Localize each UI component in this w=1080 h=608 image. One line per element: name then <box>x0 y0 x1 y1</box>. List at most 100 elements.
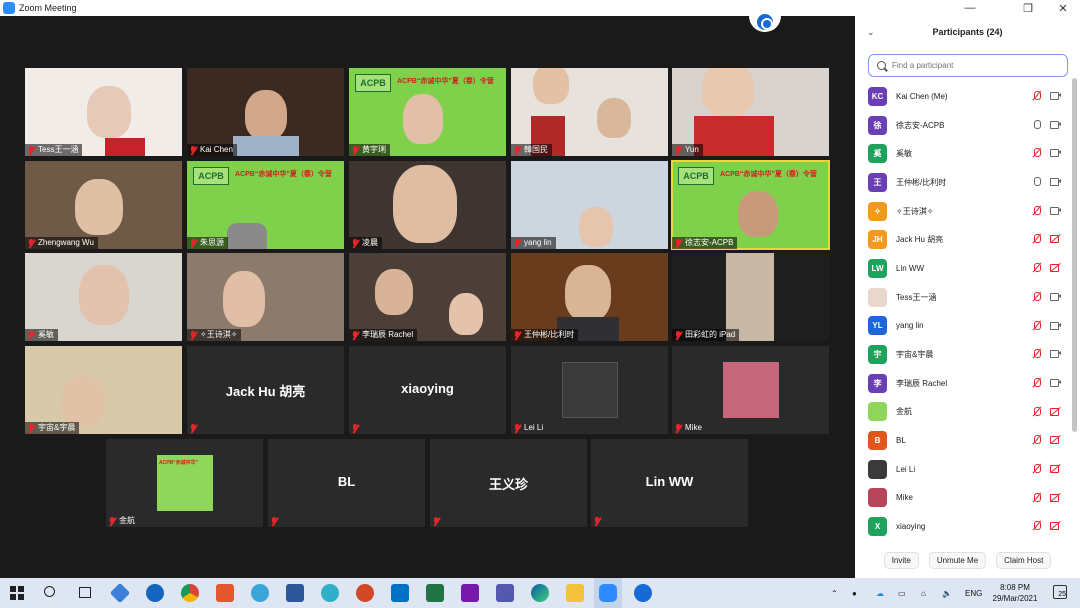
microphone-muted-icon[interactable] <box>1031 234 1042 244</box>
participant-row[interactable]: KC Kai Chen (Me) <box>855 82 1073 111</box>
participant-row[interactable]: Lei Li <box>855 455 1073 484</box>
participant-row[interactable]: 王王仲彬/比利时 <box>855 168 1073 197</box>
participant-row[interactable]: JH Jack Hu 胡亮 <box>855 225 1073 254</box>
video-tile[interactable]: Yun <box>672 68 829 156</box>
video-camera-icon[interactable] <box>1050 321 1061 330</box>
chrome-icon[interactable] <box>181 584 199 602</box>
video-tile[interactable]: Kai Chen <box>187 68 344 156</box>
participant-row[interactable]: 奚奚敏 <box>855 139 1073 168</box>
edge-legacy-icon[interactable] <box>146 584 164 602</box>
video-camera-icon[interactable] <box>1050 349 1061 359</box>
participant-row[interactable]: ✧ ✧王诗淇✧ <box>855 197 1073 226</box>
video-camera-icon[interactable] <box>1050 91 1061 100</box>
search-icon[interactable] <box>44 586 55 597</box>
participant-row[interactable]: Mike <box>855 484 1073 513</box>
video-tile[interactable]: ACPB“赤诚中华” 金航 <box>106 439 263 527</box>
participant-list-scrollbar[interactable] <box>1072 78 1077 432</box>
video-off-icon[interactable] <box>1050 464 1061 473</box>
video-tile[interactable]: Lei Li <box>511 346 668 434</box>
video-tile[interactable]: Mike <box>672 346 829 434</box>
microphone-muted-icon[interactable] <box>1031 320 1042 330</box>
start-icon[interactable] <box>10 586 24 600</box>
powerpoint-icon[interactable] <box>356 584 374 602</box>
microphone-muted-icon[interactable] <box>1031 377 1042 387</box>
battery-icon[interactable]: ▭ <box>898 578 908 608</box>
onedrive-icon[interactable]: ☁ <box>876 578 886 608</box>
microphone-muted-icon[interactable] <box>1031 406 1042 416</box>
volume-icon[interactable]: 🔈 <box>942 578 954 608</box>
claim-host-button[interactable]: Claim Host <box>996 552 1052 569</box>
participant-row[interactable]: Tess王一涵 <box>855 283 1073 312</box>
participant-row[interactable]: LW Lin WW <box>855 254 1073 283</box>
video-tile[interactable]: 奚敏 <box>25 253 182 341</box>
video-tile[interactable]: xiaoying <box>349 346 506 434</box>
zoom-icon[interactable] <box>599 584 617 602</box>
video-tile[interactable]: BL <box>268 439 425 527</box>
microphone-icon[interactable] <box>1031 177 1042 187</box>
wifi-icon[interactable]: ⌂ <box>921 578 931 608</box>
video-off-icon[interactable] <box>1050 407 1061 416</box>
video-camera-icon[interactable] <box>1050 177 1061 187</box>
video-tile[interactable]: Zhengwang Wu <box>25 161 182 249</box>
video-tile-active-speaker[interactable]: ACPB ACPB“赤诚中华”夏（春）令营 徐志安-ACPB <box>671 160 830 250</box>
video-tile[interactable]: Lin WW <box>591 439 748 527</box>
video-tile[interactable]: ACPB ACPB“赤诚中华”夏（春）令营 黄宇琍 <box>349 68 506 156</box>
microphone-muted-icon[interactable] <box>1031 463 1042 473</box>
video-tile[interactable]: 凌晨 <box>349 161 506 249</box>
participant-row[interactable]: 李李瑞辰 Rachel <box>855 369 1073 398</box>
video-off-icon[interactable] <box>1050 234 1061 244</box>
video-tile[interactable]: 李瑞辰 Rachel <box>349 253 506 341</box>
participant-row[interactable]: YL yang lin <box>855 312 1073 341</box>
invite-button[interactable]: Invite <box>883 552 919 569</box>
microphone-icon[interactable] <box>1031 119 1042 129</box>
participant-row[interactable]: B BL <box>855 426 1073 455</box>
microphone-muted-icon[interactable] <box>1031 492 1042 502</box>
input-language[interactable]: ENG <box>965 578 982 608</box>
video-tile[interactable]: Jack Hu 胡亮 <box>187 346 344 434</box>
microphone-muted-icon[interactable] <box>1031 205 1042 215</box>
video-camera-icon[interactable] <box>1050 292 1061 301</box>
word-icon[interactable] <box>286 584 304 602</box>
video-off-icon[interactable] <box>1050 521 1061 531</box>
tencent-meeting-icon[interactable] <box>634 584 652 602</box>
microphone-muted-icon[interactable] <box>1031 148 1042 158</box>
outlook-icon[interactable] <box>391 584 409 602</box>
excel-icon[interactable] <box>426 584 444 602</box>
video-tile[interactable]: 田彩虹的 iPad <box>672 253 829 341</box>
video-camera-icon[interactable] <box>1050 378 1061 387</box>
search-input[interactable] <box>892 61 1062 70</box>
microphone-muted-icon[interactable] <box>1031 291 1042 301</box>
video-off-icon[interactable] <box>1050 435 1061 445</box>
participant-row[interactable]: 金航 <box>855 398 1073 427</box>
video-tile[interactable]: ✧王诗淇✧ <box>187 253 344 341</box>
teams-icon[interactable] <box>496 584 514 602</box>
video-off-icon[interactable] <box>1050 263 1061 273</box>
close-button[interactable]: ✕ <box>1048 0 1078 16</box>
restore-button[interactable]: ❐ <box>1013 0 1043 16</box>
participant-row[interactable]: 徐徐志安-ACPB <box>855 111 1073 140</box>
file-explorer-icon[interactable] <box>566 584 584 602</box>
app-diamond-icon[interactable] <box>109 582 131 604</box>
microphone-muted-icon[interactable] <box>1031 521 1042 531</box>
video-camera-icon[interactable] <box>1050 120 1061 129</box>
notification-center-icon[interactable]: 25 <box>1053 585 1067 599</box>
unmute-me-button[interactable]: Unmute Me <box>928 552 987 569</box>
video-tile[interactable]: 王仲彬/比利时 <box>511 253 668 341</box>
microphone-muted-icon[interactable] <box>1031 91 1042 100</box>
system-clock[interactable]: 8:08 PM 29/Mar/2021 <box>985 582 1045 604</box>
participant-search[interactable] <box>868 54 1068 77</box>
edge-drop-icon[interactable] <box>321 584 339 602</box>
microphone-muted-icon[interactable] <box>1031 435 1042 445</box>
meeting-info-button[interactable] <box>749 14 781 32</box>
participant-row[interactable]: Xxiaoying <box>855 512 1073 541</box>
onenote-icon[interactable] <box>461 584 479 602</box>
video-tile[interactable]: 王义珍 <box>430 439 587 527</box>
show-hidden-icons-icon[interactable]: ⌃ <box>831 578 838 608</box>
participant-row[interactable]: 宇宇宙&宇晨 <box>855 340 1073 369</box>
video-tile[interactable]: yang lin <box>511 161 668 249</box>
minimize-button[interactable]: — <box>955 0 985 16</box>
video-tile[interactable]: ACPB ACPB“赤诚中华”夏（春）令营 朱思源 <box>187 161 344 249</box>
video-off-icon[interactable] <box>1050 493 1061 502</box>
video-tile[interactable]: 韓国民 <box>511 68 668 156</box>
video-camera-icon[interactable] <box>1050 148 1061 158</box>
